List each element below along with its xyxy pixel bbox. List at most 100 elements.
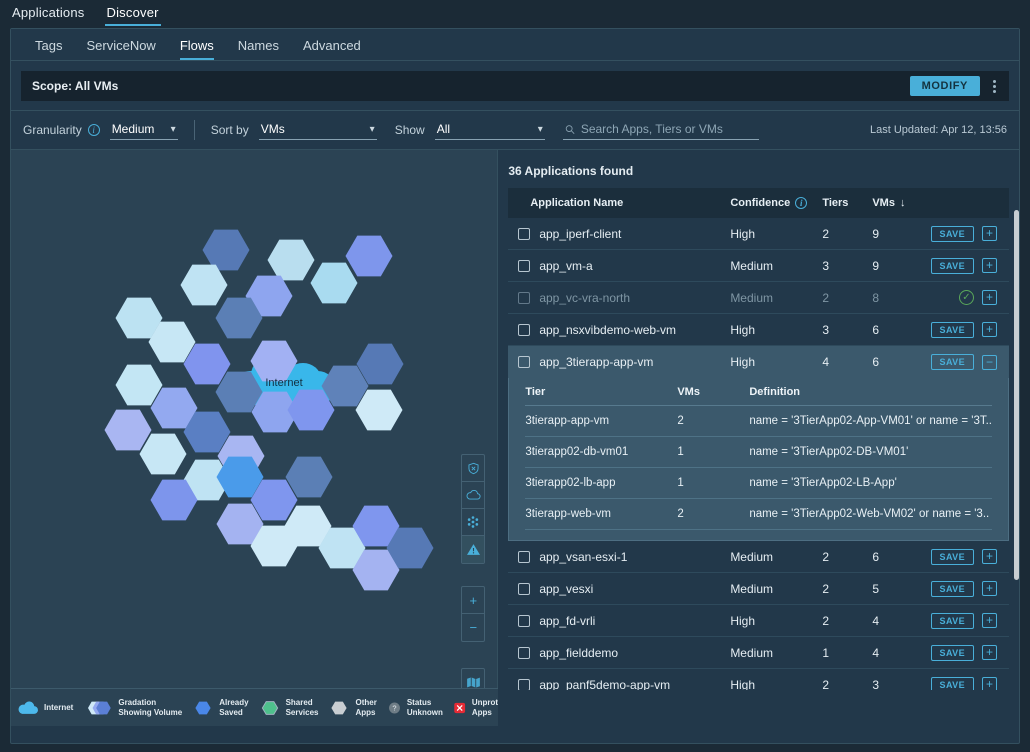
list-scrollbar[interactable] xyxy=(1014,210,1019,580)
nav-item-discover[interactable]: Discover xyxy=(105,5,161,26)
save-button[interactable]: SAVE xyxy=(931,613,974,629)
tab-servicenow[interactable]: ServiceNow xyxy=(86,38,155,60)
nav-item-applications[interactable]: Applications xyxy=(10,5,87,26)
table-row[interactable]: app_vsan-esxi-1Medium26SAVE+ xyxy=(508,541,1009,573)
save-button[interactable]: SAVE xyxy=(931,354,974,370)
expand-row-button[interactable]: + xyxy=(982,581,997,596)
tier-table-row[interactable]: 3tierapp02-lb-app1name = '3TierApp02-LB-… xyxy=(525,468,992,499)
save-button[interactable]: SAVE xyxy=(931,226,974,242)
show-select[interactable]: All ▾ xyxy=(435,120,545,140)
column-header-vms-label: VMs xyxy=(872,197,895,209)
flow-visualization-panel[interactable]: Internet xyxy=(11,150,498,726)
hex-node[interactable] xyxy=(286,457,333,498)
application-name-label: app_iperf-client xyxy=(539,227,621,241)
hex-node[interactable] xyxy=(346,236,393,277)
saved-check-icon: ✓ xyxy=(959,290,974,305)
save-button[interactable]: SAVE xyxy=(931,581,974,597)
collapse-row-button[interactable]: − xyxy=(982,355,997,370)
table-row[interactable]: app_iperf-clientHigh29SAVE+ xyxy=(508,218,1009,250)
hex-node[interactable] xyxy=(203,230,250,271)
row-checkbox[interactable] xyxy=(518,679,530,691)
column-header-vms[interactable]: VMs ↓ xyxy=(872,197,926,209)
table-row[interactable]: app_vm-aMedium39SAVE+ xyxy=(508,250,1009,282)
table-row[interactable]: app_vesxiMedium25SAVE+ xyxy=(508,573,1009,605)
alert-triangle-icon[interactable] xyxy=(462,536,484,563)
hex-node[interactable] xyxy=(181,265,228,306)
cloud-icon xyxy=(17,698,39,718)
expand-row-button[interactable]: + xyxy=(982,549,997,564)
tab-tags[interactable]: Tags xyxy=(35,38,62,60)
sort-by-select[interactable]: VMs ▾ xyxy=(259,120,377,140)
tab-flows[interactable]: Flows xyxy=(180,38,214,60)
scope-overflow-menu-icon[interactable] xyxy=(984,74,1004,98)
expand-row-button[interactable]: + xyxy=(982,290,997,305)
legend-label: Already Saved xyxy=(219,698,248,718)
cell-application-name: app_panf5demo-app-vm xyxy=(508,678,730,691)
expand-row-button[interactable]: + xyxy=(982,645,997,660)
show-label: Show xyxy=(395,123,425,137)
hex-node[interactable] xyxy=(105,410,152,451)
save-button[interactable]: SAVE xyxy=(931,549,974,565)
zoom-in-button[interactable]: + xyxy=(462,587,484,614)
save-button[interactable]: SAVE xyxy=(931,677,974,691)
hex-node[interactable] xyxy=(251,341,298,382)
row-checkbox[interactable] xyxy=(518,551,530,563)
tab-advanced[interactable]: Advanced xyxy=(303,38,361,60)
granularity-select[interactable]: Medium ▾ xyxy=(110,120,178,140)
shield-x-icon[interactable] xyxy=(462,455,484,482)
table-row[interactable]: app_fielddemoMedium14SAVE+ xyxy=(508,637,1009,669)
expand-row-button[interactable]: + xyxy=(982,322,997,337)
expand-row-button[interactable]: + xyxy=(982,258,997,273)
row-checkbox[interactable] xyxy=(518,292,530,304)
expand-row-button[interactable]: + xyxy=(982,613,997,628)
tab-names[interactable]: Names xyxy=(238,38,279,60)
row-checkbox[interactable] xyxy=(518,324,530,336)
cloud-icon[interactable] xyxy=(462,482,484,509)
row-checkbox[interactable] xyxy=(518,356,530,368)
tier-table-row[interactable]: 3tierapp02-db-vm011name = '3TierApp02-DB… xyxy=(525,437,992,468)
info-icon[interactable]: i xyxy=(88,124,100,136)
cell-actions: ✓+ xyxy=(926,290,1009,305)
table-row[interactable]: app_fd-vrliHigh24SAVE+ xyxy=(508,605,1009,637)
row-checkbox[interactable] xyxy=(518,647,530,659)
search-input[interactable] xyxy=(581,122,757,136)
hex-node[interactable] xyxy=(268,240,315,281)
table-row[interactable]: app_panf5demo-app-vmHigh23SAVE+ xyxy=(508,669,1009,690)
column-header-tier: Tier xyxy=(525,386,677,398)
info-icon[interactable]: i xyxy=(795,197,807,209)
modify-button[interactable]: MODIFY xyxy=(910,76,980,96)
tier-table-row[interactable]: 3tierapp-app-vm2name = '3TierApp02-App-V… xyxy=(525,406,992,437)
row-checkbox[interactable] xyxy=(518,583,530,595)
column-header-tiers[interactable]: Tiers xyxy=(822,197,872,209)
application-name-label: app_vsan-esxi-1 xyxy=(539,550,627,564)
row-checkbox[interactable] xyxy=(518,228,530,240)
hex-node[interactable] xyxy=(311,263,358,304)
expand-row-button[interactable]: + xyxy=(982,677,997,690)
save-button[interactable]: SAVE xyxy=(931,258,974,274)
cell-tiers: 1 xyxy=(822,646,872,660)
svg-text:?: ? xyxy=(392,703,396,712)
cell-actions: SAVE + xyxy=(926,549,1009,565)
cell-vms: 8 xyxy=(872,291,926,305)
column-header-confidence[interactable]: Confidence i xyxy=(730,197,822,209)
expand-row-button[interactable]: + xyxy=(982,226,997,241)
hex-node[interactable] xyxy=(140,434,187,475)
column-header-application-name[interactable]: Application Name xyxy=(508,197,730,209)
table-row[interactable]: app_vc-vra-northMedium28✓+ xyxy=(508,282,1009,314)
applications-table-body[interactable]: app_iperf-clientHigh29SAVE+app_vm-aMediu… xyxy=(508,218,1009,690)
tier-table-row[interactable]: 3tierapp-web-vm2name = '3TierApp02-Web-V… xyxy=(525,499,992,530)
row-checkbox[interactable] xyxy=(518,615,530,627)
save-button[interactable]: SAVE xyxy=(931,322,974,338)
cell-vms: 9 xyxy=(872,227,926,241)
tier-table-header: TierVMsDefinition xyxy=(525,378,992,406)
save-button[interactable]: SAVE xyxy=(931,645,974,661)
cluster-icon[interactable] xyxy=(462,509,484,536)
row-checkbox[interactable] xyxy=(518,260,530,272)
hex-node[interactable] xyxy=(116,365,163,406)
zoom-out-button[interactable]: − xyxy=(462,614,484,641)
table-row[interactable]: app_nsxvibdemo-web-vmHigh36SAVE+ xyxy=(508,314,1009,346)
application-name-label: app_fd-vrli xyxy=(539,614,595,628)
table-row[interactable]: app_3tierapp-app-vmHigh46SAVE− xyxy=(508,346,1009,378)
hexagon-grid[interactable] xyxy=(11,150,527,670)
filter-bar: Granularity i Medium ▾ Sort by VMs ▾ Sho… xyxy=(11,110,1019,150)
